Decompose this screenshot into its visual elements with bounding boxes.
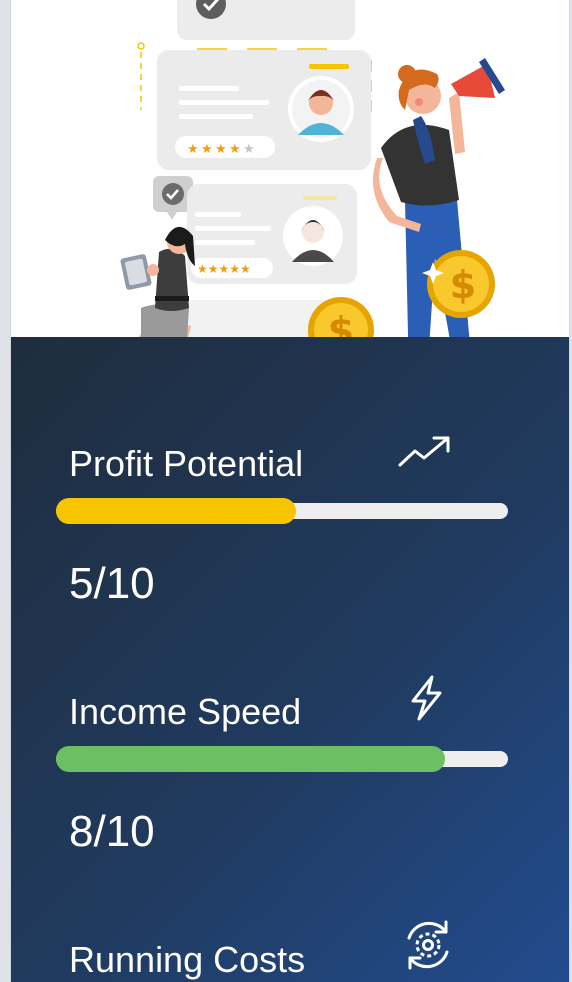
hero-illustration-area: ★ ★ ★ ★ ★ ★★★★★ $ $ xyxy=(11,0,569,400)
svg-text:★: ★ xyxy=(201,142,213,157)
profit-potential-progress-fill xyxy=(56,498,296,524)
profit-potential-label: Profit Potential xyxy=(69,443,304,484)
income-speed-label: Income Speed xyxy=(69,691,302,732)
svg-text:★: ★ xyxy=(187,142,199,157)
profit-potential-value: 5/10 xyxy=(69,559,155,608)
lightning-icon xyxy=(411,675,442,721)
metrics-panel xyxy=(11,337,569,982)
svg-text:★★★★★: ★★★★★ xyxy=(197,262,251,276)
svg-text:★: ★ xyxy=(215,142,227,157)
gear-refresh-icon xyxy=(407,920,449,970)
app-frame: ★ ★ ★ ★ ★ ★★★★★ $ $ Profit Potential 5/1… xyxy=(10,0,570,982)
income-speed-progress-fill xyxy=(56,746,445,772)
svg-text:★: ★ xyxy=(243,142,255,157)
svg-text:★: ★ xyxy=(229,142,241,157)
trending-up-icon xyxy=(398,436,450,467)
svg-text:$: $ xyxy=(450,263,476,307)
profit-potential-progress-bar xyxy=(56,498,508,524)
running-costs-label: Running Costs xyxy=(69,939,306,980)
income-speed-value: 8/10 xyxy=(69,807,155,856)
income-speed-progress-bar xyxy=(56,746,508,772)
